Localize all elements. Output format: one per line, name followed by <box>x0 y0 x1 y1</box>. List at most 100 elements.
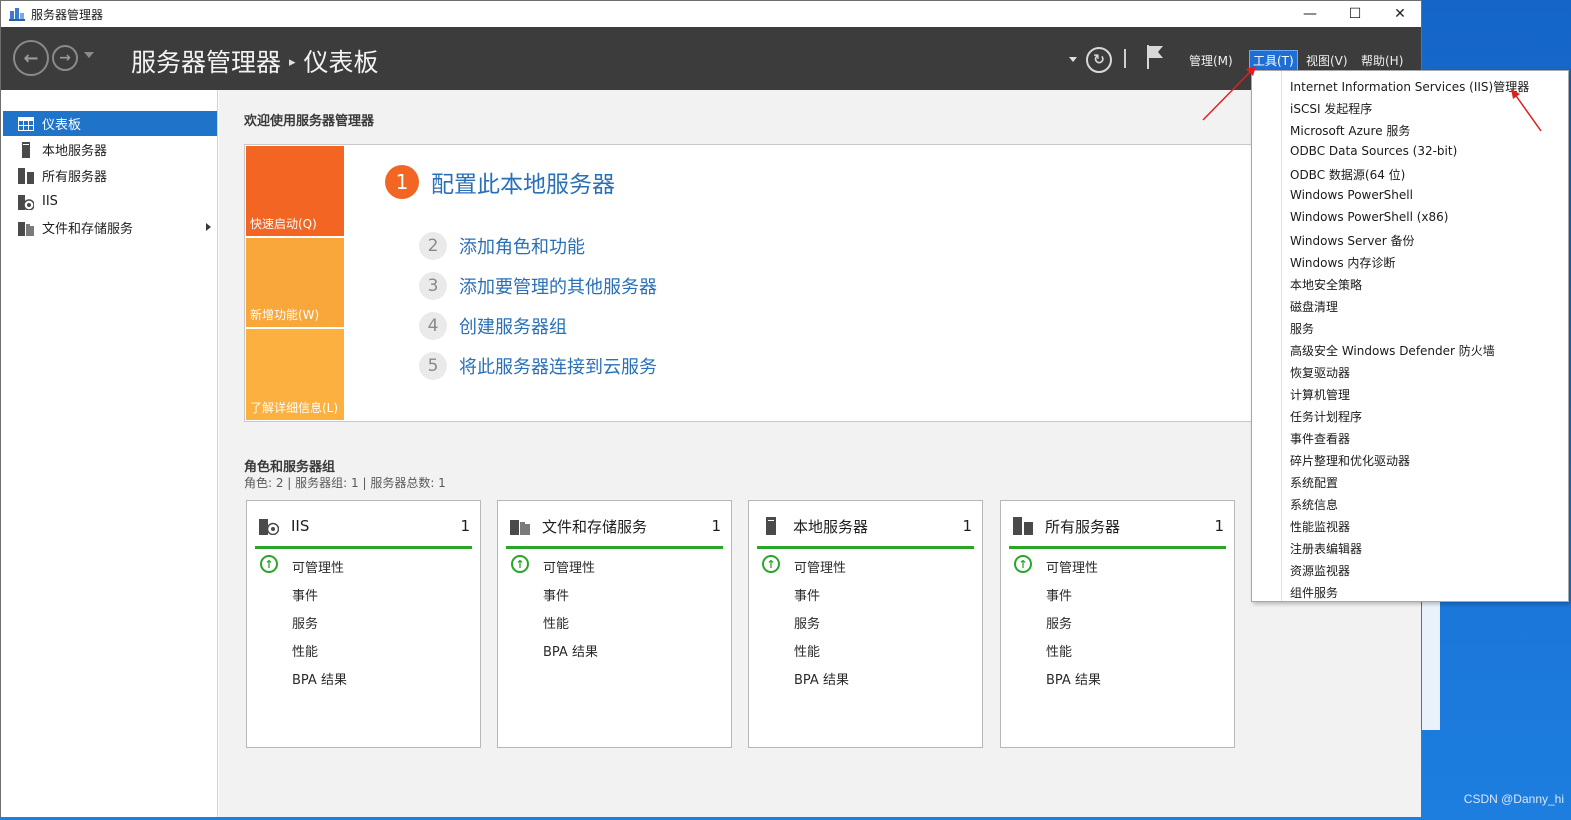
tools-item-powershell-x86[interactable]: Windows PowerShell (x86) <box>1290 210 1448 224</box>
step-create-group[interactable]: 4 创建服务器组 <box>419 312 567 340</box>
header-dropdown-icon[interactable] <box>1069 57 1077 62</box>
card-row-events[interactable]: 事件 <box>794 585 820 604</box>
tools-item-perf-monitor[interactable]: 性能监视器 <box>1290 518 1350 535</box>
card-row-events[interactable]: 事件 <box>292 585 318 604</box>
card-row-services[interactable]: 服务 <box>1046 613 1072 632</box>
close-button[interactable]: ✕ <box>1377 1 1421 27</box>
tools-item-firewall[interactable]: 高级安全 Windows Defender 防火墙 <box>1290 342 1495 359</box>
tools-item-odbc-64[interactable]: ODBC 数据源(64 位) <box>1290 166 1405 183</box>
tools-item-iis-manager[interactable]: Internet Information Services (IIS)管理器 <box>1290 78 1529 95</box>
sidebar-item-label: IIS <box>42 194 58 209</box>
card-row-services[interactable]: 服务 <box>794 613 820 632</box>
tools-item-system-config[interactable]: 系统配置 <box>1290 474 1338 491</box>
role-card-iis[interactable]: IIS 1 ↑ 可管理性 事件 服务 性能 BPA 结果 <box>246 500 481 748</box>
tools-item-component-services[interactable]: 组件服务 <box>1290 584 1338 601</box>
menu-help[interactable]: 帮助(H) <box>1358 51 1406 70</box>
card-header[interactable]: 所有服务器 1 <box>1013 515 1224 537</box>
card-header[interactable]: IIS 1 <box>259 515 470 537</box>
history-dropdown-icon[interactable] <box>84 52 94 58</box>
role-card-all-servers[interactable]: 所有服务器 1 ↑ 可管理性 事件 服务 性能 BPA 结果 <box>1000 500 1235 748</box>
tools-item-powershell[interactable]: Windows PowerShell <box>1290 188 1413 202</box>
step-add-roles[interactable]: 2 添加角色和功能 <box>419 232 585 260</box>
card-row-bpa[interactable]: BPA 结果 <box>543 641 598 660</box>
server-manager-window: 服务器管理器 — ☐ ✕ ← → 服务器管理器 ▸ 仪表板 ↻ 管理(M) 工具(T… <box>0 0 1422 818</box>
tools-item-computer-mgmt[interactable]: 计算机管理 <box>1290 386 1350 403</box>
sidebar: 仪表板 本地服务器 所有服务器 IIS 文件和存储服务 <box>1 90 218 817</box>
status-ok-icon: ↑ <box>511 555 529 573</box>
breadcrumb-separator-icon: ▸ <box>289 55 296 70</box>
tools-item-disk-cleanup[interactable]: 磁盘清理 <box>1290 298 1338 315</box>
step-add-servers[interactable]: 3 添加要管理的其他服务器 <box>419 272 657 300</box>
card-row-bpa[interactable]: BPA 结果 <box>1046 669 1101 688</box>
status-ok-icon: ↑ <box>1014 555 1032 573</box>
sidebar-item-file-storage[interactable]: 文件和存储服务 <box>3 215 217 240</box>
menu-view[interactable]: 视图(V) <box>1303 51 1351 70</box>
menu-tools[interactable]: 工具(T) <box>1249 50 1298 71</box>
card-header[interactable]: 本地服务器 1 <box>761 515 972 537</box>
tools-item-task-scheduler[interactable]: 任务计划程序 <box>1290 408 1362 425</box>
card-row-events[interactable]: 事件 <box>543 585 569 604</box>
card-row-manageability[interactable]: 可管理性 <box>543 557 595 576</box>
step-link[interactable]: 配置此本地服务器 <box>431 165 615 199</box>
sidebar-item-iis[interactable]: IIS <box>3 189 217 214</box>
card-row-performance[interactable]: 性能 <box>543 613 569 632</box>
card-row-performance[interactable]: 性能 <box>794 641 820 660</box>
card-row-performance[interactable]: 性能 <box>292 641 318 660</box>
servers-icon <box>1013 517 1033 535</box>
maximize-button[interactable]: ☐ <box>1332 1 1378 27</box>
tools-item-registry[interactable]: 注册表编辑器 <box>1290 540 1362 557</box>
step-link[interactable]: 添加角色和功能 <box>459 233 585 259</box>
step-number: 2 <box>419 232 447 260</box>
step-link[interactable]: 将此服务器连接到云服务 <box>459 353 657 379</box>
tools-item-event-viewer[interactable]: 事件查看器 <box>1290 430 1350 447</box>
tools-item-system-info[interactable]: 系统信息 <box>1290 496 1338 513</box>
tools-item-local-security[interactable]: 本地安全策略 <box>1290 276 1362 293</box>
tools-item-recovery-drive[interactable]: 恢复驱动器 <box>1290 364 1350 381</box>
sidebar-item-label: 文件和存储服务 <box>42 222 134 237</box>
tile-quick-start[interactable]: 快速启动(Q) <box>246 146 344 236</box>
refresh-button[interactable]: ↻ <box>1086 47 1112 73</box>
sidebar-item-local-server[interactable]: 本地服务器 <box>3 137 217 162</box>
card-row-events[interactable]: 事件 <box>1046 585 1072 604</box>
step-configure-local-server[interactable]: 1 配置此本地服务器 <box>385 165 615 199</box>
storage-icon <box>18 220 34 236</box>
tools-dropdown-menu: Internet Information Services (IIS)管理器 i… <box>1251 70 1569 602</box>
role-card-local-server[interactable]: 本地服务器 1 ↑ 可管理性 事件 服务 性能 BPA 结果 <box>748 500 983 748</box>
sidebar-item-dashboard[interactable]: 仪表板 <box>3 111 217 136</box>
status-ok-icon: ↑ <box>260 555 278 573</box>
card-row-bpa[interactable]: BPA 结果 <box>794 669 849 688</box>
minimize-button[interactable]: — <box>1287 1 1333 27</box>
card-row-performance[interactable]: 性能 <box>1046 641 1072 660</box>
sidebar-item-all-servers[interactable]: 所有服务器 <box>3 163 217 188</box>
back-button[interactable]: ← <box>13 40 49 76</box>
servers-icon <box>18 167 34 184</box>
chevron-right-icon[interactable] <box>206 223 211 231</box>
tools-item-services[interactable]: 服务 <box>1290 320 1314 337</box>
tools-item-defrag[interactable]: 碎片整理和优化驱动器 <box>1290 452 1410 469</box>
breadcrumb-root[interactable]: 服务器管理器 <box>131 48 281 77</box>
card-header[interactable]: 文件和存储服务 1 <box>510 515 721 537</box>
tools-item-azure[interactable]: Microsoft Azure 服务 <box>1290 122 1410 139</box>
card-row-manageability[interactable]: 可管理性 <box>1046 557 1098 576</box>
tile-whats-new[interactable]: 新增功能(W) <box>246 238 344 327</box>
arrow-left-icon: ← <box>23 47 39 69</box>
card-row-services[interactable]: 服务 <box>292 613 318 632</box>
tile-learn-more[interactable]: 了解详细信息(L) <box>246 329 344 420</box>
card-row-manageability[interactable]: 可管理性 <box>292 557 344 576</box>
step-link[interactable]: 创建服务器组 <box>459 313 567 339</box>
menu-manage[interactable]: 管理(M) <box>1186 51 1236 70</box>
tools-item-odbc-32[interactable]: ODBC Data Sources (32-bit) <box>1290 144 1457 158</box>
step-connect-cloud[interactable]: 5 将此服务器连接到云服务 <box>419 352 657 380</box>
tools-item-resource-monitor[interactable]: 资源监视器 <box>1290 562 1350 579</box>
forward-button[interactable]: → <box>52 45 78 71</box>
role-card-file-storage[interactable]: 文件和存储服务 1 ↑ 可管理性 事件 性能 BPA 结果 <box>497 500 732 748</box>
card-row-manageability[interactable]: 可管理性 <box>794 557 846 576</box>
tools-item-server-backup[interactable]: Windows Server 备份 <box>1290 232 1415 249</box>
card-row-bpa[interactable]: BPA 结果 <box>292 669 347 688</box>
tools-item-memory-diag[interactable]: Windows 内存诊断 <box>1290 254 1395 271</box>
notifications-flag-icon[interactable] <box>1146 44 1164 70</box>
step-link[interactable]: 添加要管理的其他服务器 <box>459 273 657 299</box>
tools-item-iscsi[interactable]: iSCSI 发起程序 <box>1290 100 1372 117</box>
server-icon <box>18 141 34 158</box>
dashboard-icon <box>18 116 34 132</box>
